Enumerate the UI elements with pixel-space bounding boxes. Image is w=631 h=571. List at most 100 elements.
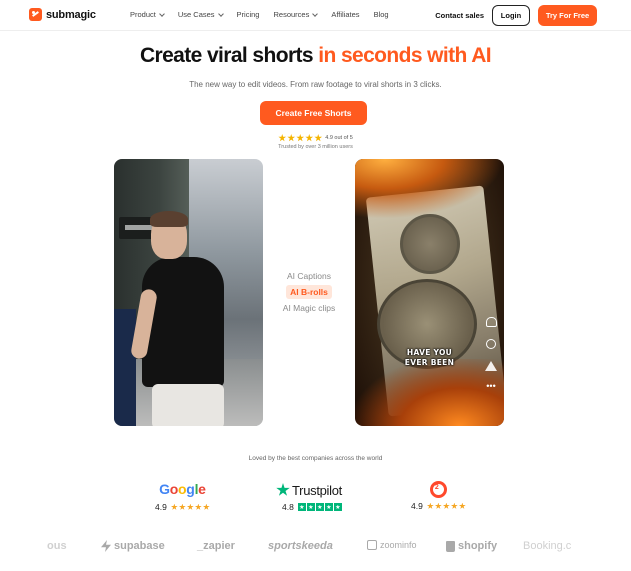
contact-sales-link[interactable]: Contact sales — [435, 11, 484, 20]
star-icon — [287, 134, 296, 142]
video-bill-seal — [400, 214, 460, 274]
star-icon — [442, 502, 450, 509]
submagic-logo-icon — [29, 8, 42, 21]
review-trustpilot[interactable]: Trustpilot 4.8 — [276, 481, 342, 512]
hero-subtitle: The new way to edit videos. From raw foo… — [189, 80, 442, 89]
top-navbar: submagic Product Use Cases Pricing Resou… — [0, 0, 631, 31]
demo-video-right[interactable]: HAVE YOU EVER BEEN ••• — [355, 159, 504, 426]
company-name: shopify — [458, 540, 498, 552]
star-icon — [170, 503, 178, 510]
login-button[interactable]: Login — [492, 5, 530, 26]
trustpilot-score-row: 4.8 — [282, 502, 342, 512]
company-name: zoominfo — [380, 540, 417, 550]
comment-icon[interactable] — [486, 339, 496, 349]
create-free-shorts-button[interactable]: Create Free Shorts — [260, 101, 367, 125]
brand-logo[interactable]: submagic — [29, 8, 96, 21]
nav-item-label: Product — [130, 10, 156, 19]
company-logo-zapier: _zapier — [197, 540, 235, 552]
star-icon — [306, 503, 315, 511]
video-fire-bottom — [355, 359, 504, 426]
video-person-hair — [150, 211, 188, 227]
nav-item-label: Use Cases — [177, 10, 215, 19]
chevron-down-icon — [312, 10, 319, 17]
shopify-bag-icon — [446, 540, 455, 552]
heart-icon[interactable] — [485, 317, 497, 327]
nav-actions: Contact sales Login Try For Free — [435, 5, 597, 26]
rating-text: 4.9 out of 5 — [325, 135, 353, 141]
star-icon — [450, 502, 458, 509]
demo-video-left[interactable] — [114, 159, 263, 426]
nav-item-resources[interactable]: Resources — [273, 10, 319, 19]
trustpilot-name: Trustpilot — [292, 482, 342, 498]
company-name: ous — [47, 540, 67, 552]
caption-line-2: EVER BEEN — [404, 358, 455, 367]
star-icon — [434, 502, 442, 509]
trusted-text: Trusted by over 3 million users — [278, 144, 353, 150]
nav-item-product[interactable]: Product — [130, 10, 165, 19]
g2-stars — [426, 502, 466, 510]
star-icon — [333, 503, 342, 511]
feature-ai-captions[interactable]: AI Captions — [287, 271, 331, 281]
trustpilot-star-icon — [276, 483, 290, 496]
star-icon — [296, 134, 305, 142]
try-for-free-button[interactable]: Try For Free — [538, 5, 597, 26]
nav-item-label: Affiliates — [331, 10, 360, 19]
g2-score-row: 4.9 — [411, 501, 466, 511]
hero-title-plain: Create viral shorts — [139, 44, 314, 67]
rating-row: 4.9 out of 5 — [0, 134, 631, 142]
share-icon[interactable] — [485, 361, 497, 371]
feature-list: AI Captions AI B-rolls AI Magic clips — [263, 271, 355, 313]
hero-title-accent: in seconds with AI — [318, 44, 492, 67]
star-icon — [315, 503, 324, 511]
nav-item-use-cases[interactable]: Use Cases — [177, 10, 224, 19]
brand-name: submagic — [46, 8, 96, 21]
company-name: _zapier — [197, 540, 235, 552]
company-name: supabase — [114, 540, 165, 552]
star-icon — [458, 502, 466, 509]
video-person-pants — [152, 384, 224, 426]
chevron-down-icon — [159, 10, 165, 17]
video-person-body — [142, 257, 224, 387]
company-logo-zoominfo: zoominfo — [367, 540, 417, 550]
star-icon — [186, 503, 194, 510]
star-icon — [278, 134, 287, 142]
supabase-icon — [101, 540, 111, 552]
zoominfo-icon — [367, 540, 377, 550]
trustpilot-score: 4.8 — [282, 502, 294, 512]
review-google[interactable]: Google 4.9 — [155, 481, 210, 512]
nav-item-blog[interactable]: Blog — [374, 10, 389, 19]
star-icon — [426, 502, 434, 509]
feature-ai-b-rolls[interactable]: AI B-rolls — [286, 285, 332, 299]
feature-ai-magic-clips[interactable]: AI Magic clips — [283, 303, 335, 313]
company-logo-sportskeeda: sportskeeda — [268, 540, 333, 552]
nav-item-pricing[interactable]: Pricing — [237, 10, 260, 19]
company-logo-supabase: supabase — [101, 540, 165, 552]
company-logo-ous: ous — [47, 540, 67, 552]
video-caption: HAVE YOU EVER BEEN — [355, 348, 504, 368]
company-name: Booking.c — [523, 540, 572, 552]
company-logo-shopify: shopify — [446, 540, 497, 552]
nav-item-affiliates[interactable]: Affiliates — [331, 10, 359, 19]
social-proof-heading: Loved by the best companies across the w… — [248, 455, 383, 462]
company-logo-booking: Booking.c — [523, 540, 571, 552]
trustpilot-stars — [297, 503, 342, 511]
review-g2[interactable]: 2 4.9 — [411, 481, 466, 511]
nav-item-label: Blog — [373, 10, 389, 19]
hero-title: Create viral shorts in seconds with AI — [0, 44, 631, 68]
company-name: sportskeeda — [268, 540, 333, 552]
g2-score: 4.9 — [411, 501, 423, 511]
star-icon — [202, 503, 210, 510]
video-side-actions: ••• — [485, 317, 497, 391]
nav-item-label: Pricing — [236, 10, 260, 19]
star-icon — [324, 503, 333, 511]
video-person-background — [114, 309, 136, 426]
star-icon — [194, 503, 202, 510]
g2-logo: 2 — [429, 481, 447, 498]
google-stars — [170, 503, 210, 511]
google-score: 4.9 — [155, 502, 167, 512]
company-logos-strip: ous supabase _zapier sportskeeda zoominf… — [0, 538, 631, 556]
video-fire-top — [355, 159, 504, 219]
star-icon — [314, 134, 323, 142]
star-icon — [297, 503, 306, 511]
more-icon[interactable]: ••• — [486, 382, 495, 391]
